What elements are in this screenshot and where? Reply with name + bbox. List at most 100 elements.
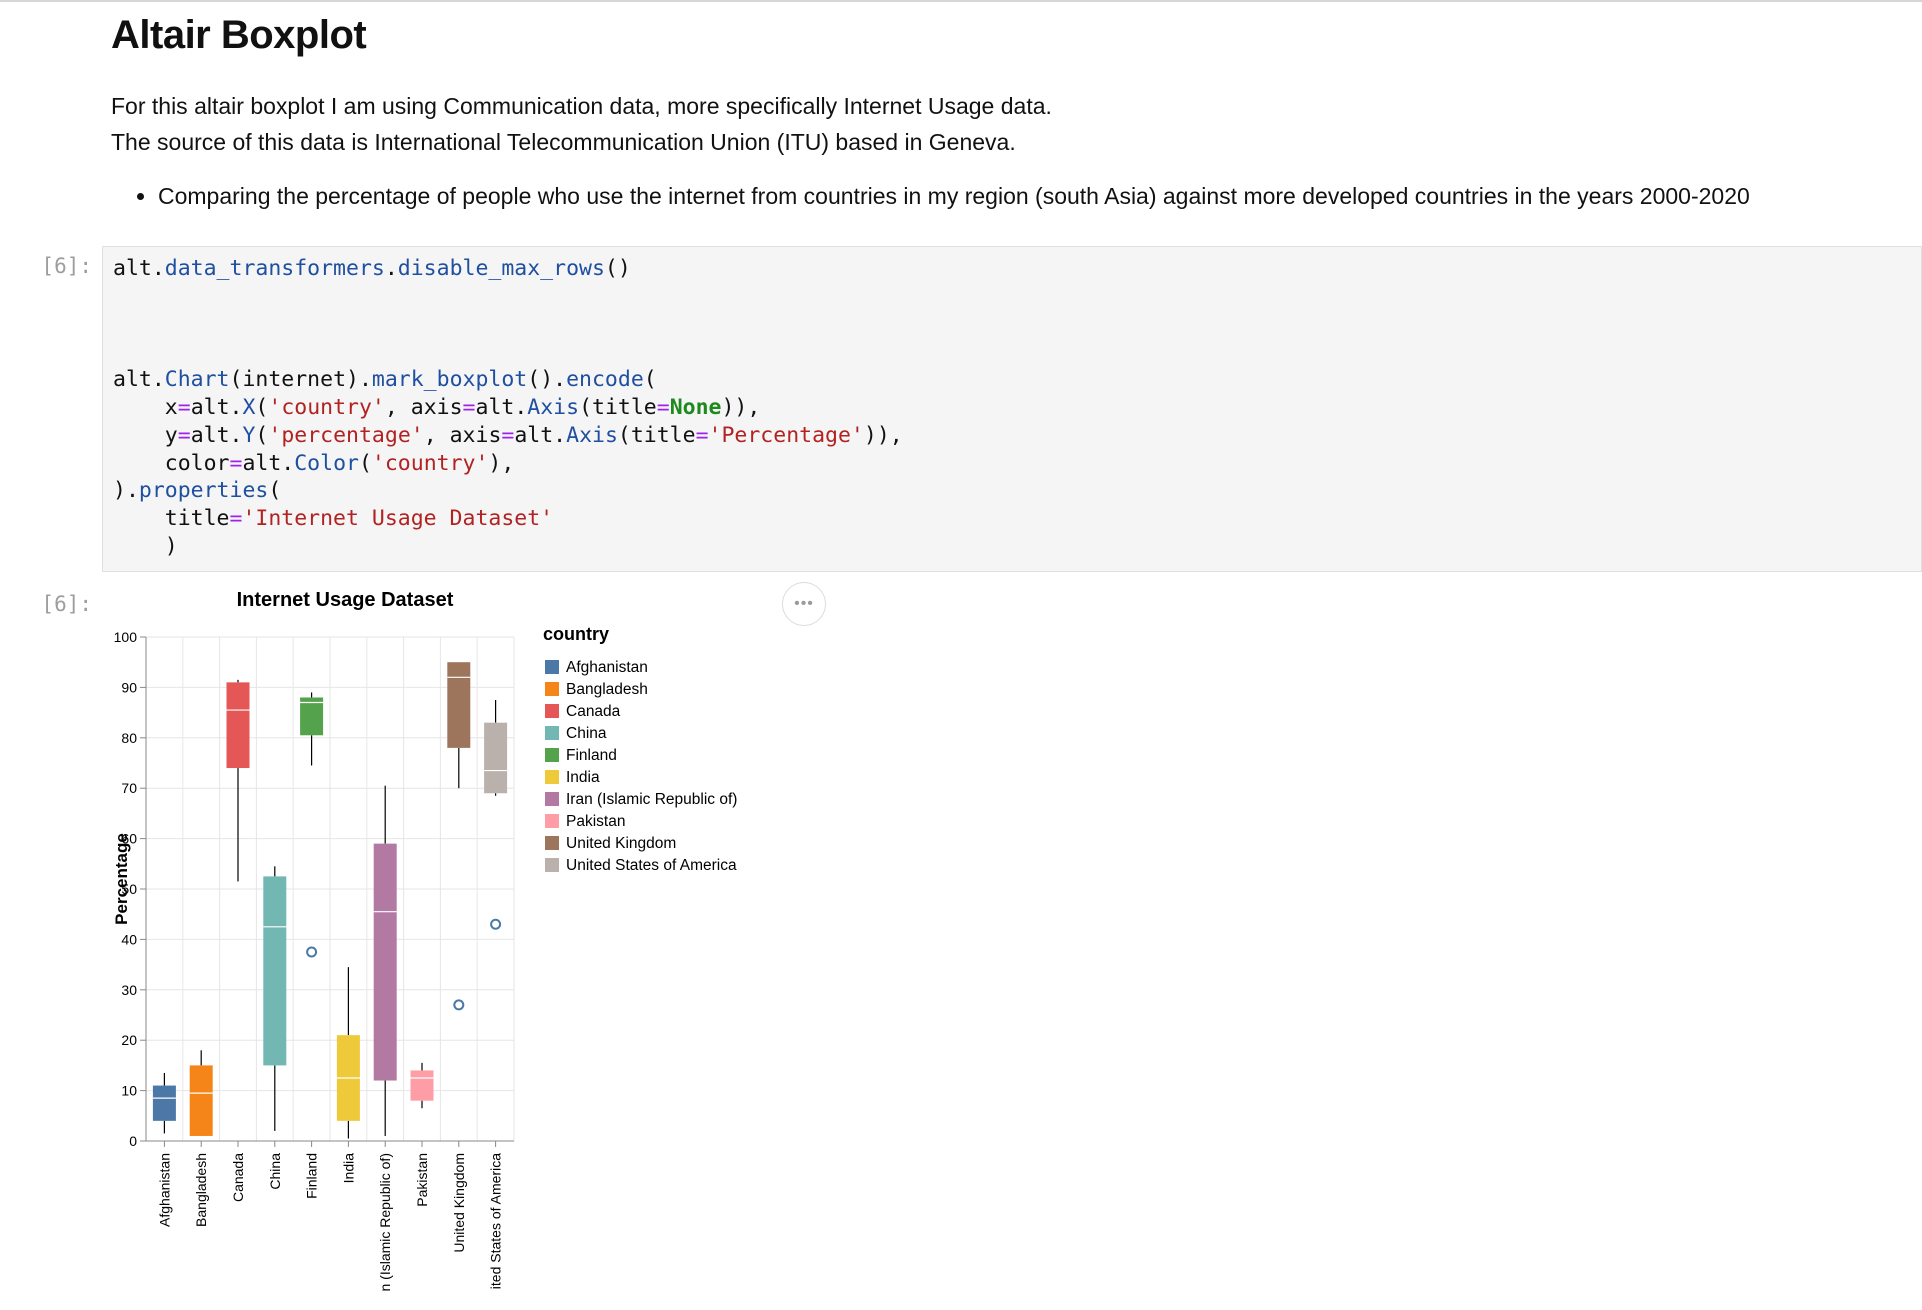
input-prompt: [6]: <box>41 254 92 278</box>
legend-label: China <box>566 725 607 742</box>
box <box>410 1070 434 1101</box>
legend-label: Afghanistan <box>566 659 648 676</box>
code-token: alt. <box>190 422 243 448</box>
code-line: title='Internet Usage Dataset' <box>113 506 553 531</box>
boxplot-chart: Internet Usage Dataset 01020304050607080… <box>112 589 737 1292</box>
code-line: color=alt.Color('country'), <box>113 450 515 476</box>
code-token: disable_max_rows <box>397 256 605 281</box>
legend-swatch <box>545 858 559 872</box>
x-tick-label: India <box>340 1153 356 1184</box>
code-token: alt. <box>113 256 165 281</box>
y-tick-label: 20 <box>121 1032 137 1048</box>
y-axis-title: Percentage <box>112 833 131 925</box>
description-line-2: The source of this data is International… <box>111 129 1016 155</box>
y-tick-label: 40 <box>121 931 137 947</box>
code-token: )), <box>863 422 903 448</box>
bullet-item: Comparing the percentage of people who u… <box>158 178 1891 214</box>
code-token: mark_boxplot <box>371 367 528 393</box>
y-tick-label: 80 <box>121 730 137 746</box>
y-tick-label: 10 <box>121 1083 137 1099</box>
legend-swatch <box>545 814 559 828</box>
code-token: 'Internet Usage Dataset' <box>242 506 554 532</box>
code-token: 'percentage' <box>268 422 424 448</box>
bullet-list: Comparing the percentage of people who u… <box>111 178 1891 214</box>
x-tick-label: Bangladesh <box>193 1153 209 1227</box>
code-token: alt. <box>113 367 165 393</box>
markdown-cell: Altair Boxplot For this altair boxplot I… <box>111 10 1891 214</box>
code-token: Axis <box>527 394 580 420</box>
x-axis: Afghanistan Bangladesh Canada China Finland I… <box>146 1140 514 1292</box>
code-token: (internet). <box>229 367 372 393</box>
code-token: ( <box>643 367 657 393</box>
outlier-point <box>306 946 318 958</box>
description-line-1: For this altair boxplot I am using Commu… <box>111 93 1052 119</box>
code-token: ) <box>113 533 178 559</box>
legend-swatch <box>545 770 559 784</box>
code-token: , axis <box>384 394 463 420</box>
code-token: = <box>656 394 670 420</box>
code-token: . <box>384 256 398 281</box>
code-token: = <box>177 394 191 420</box>
legend-title: country <box>543 624 609 644</box>
code-editor[interactable]: alt.data_transformers.disable_max_rows()… <box>113 255 903 561</box>
legend-label: United States of America <box>566 857 737 874</box>
chart-title: Internet Usage Dataset <box>237 589 454 611</box>
x-tick-label: Afghanistan <box>156 1153 172 1227</box>
y-tick-label: 90 <box>121 679 137 695</box>
code-token: (title <box>617 422 696 448</box>
code-token: , axis <box>423 422 502 448</box>
y-tick-label: 100 <box>114 629 138 645</box>
output-prompt: [6]: <box>41 592 92 616</box>
code-token: alt. <box>190 394 243 420</box>
code-token: 'Percentage' <box>708 422 864 448</box>
x-tick-label: Finland <box>304 1153 320 1199</box>
legend-label: Bangladesh <box>566 681 648 698</box>
code-token: alt. <box>242 450 295 476</box>
code-cell-editor[interactable]: alt.data_transformers.disable_max_rows()… <box>102 246 1922 572</box>
code-line: alt.Chart(internet).mark_boxplot().encod… <box>113 367 657 392</box>
legend-label: India <box>566 769 600 786</box>
code-line: ).properties( <box>113 478 281 503</box>
code-token: color <box>113 450 230 476</box>
legend-label: Pakistan <box>566 813 625 830</box>
code-token: (). <box>527 367 567 393</box>
chart-legend: country Afghanistan Bangladesh Canada China… <box>543 624 737 874</box>
code-token: ( <box>255 422 269 448</box>
box <box>226 682 250 769</box>
code-token: = <box>229 506 243 532</box>
code-token: = <box>229 450 243 476</box>
code-token: data_transformers <box>164 256 385 281</box>
box <box>263 876 287 1066</box>
code-token: X <box>242 394 256 420</box>
code-line: x=alt.X('country', axis=alt.Axis(title=N… <box>113 394 761 420</box>
code-token: alt. <box>514 422 567 448</box>
code-token: )), <box>721 394 761 420</box>
page-title: Altair Boxplot <box>111 13 367 57</box>
code-token: encode <box>566 367 644 393</box>
legend-swatch <box>545 748 559 762</box>
cell-separator <box>0 0 1922 2</box>
code-token: Color <box>294 450 359 476</box>
code-token: ( <box>358 450 372 476</box>
code-token: (title <box>579 394 657 420</box>
code-token: Chart <box>164 367 230 393</box>
code-token: Axis <box>566 422 618 448</box>
x-tick-label: Pakistan <box>414 1153 430 1207</box>
code-line: alt.data_transformers.disable_max_rows() <box>113 256 631 281</box>
legend-swatch <box>545 660 559 674</box>
outlier-point <box>490 918 502 930</box>
code-token: ( <box>268 478 282 504</box>
box <box>373 843 397 1081</box>
box <box>484 722 508 794</box>
code-token: = <box>462 394 476 420</box>
code-token: alt. <box>475 394 528 420</box>
y-tick-label: 0 <box>129 1133 137 1149</box>
x-tick-label: n (Islamic Republic of) <box>377 1153 393 1292</box>
legend-label: Iran (Islamic Republic of) <box>566 791 737 808</box>
code-token: Y <box>242 422 256 448</box>
legend-swatch <box>545 792 559 806</box>
y-tick-label: 30 <box>121 982 137 998</box>
x-tick-label: China <box>267 1153 283 1190</box>
code-token: = <box>695 422 709 448</box>
outlier-point <box>453 999 465 1011</box>
